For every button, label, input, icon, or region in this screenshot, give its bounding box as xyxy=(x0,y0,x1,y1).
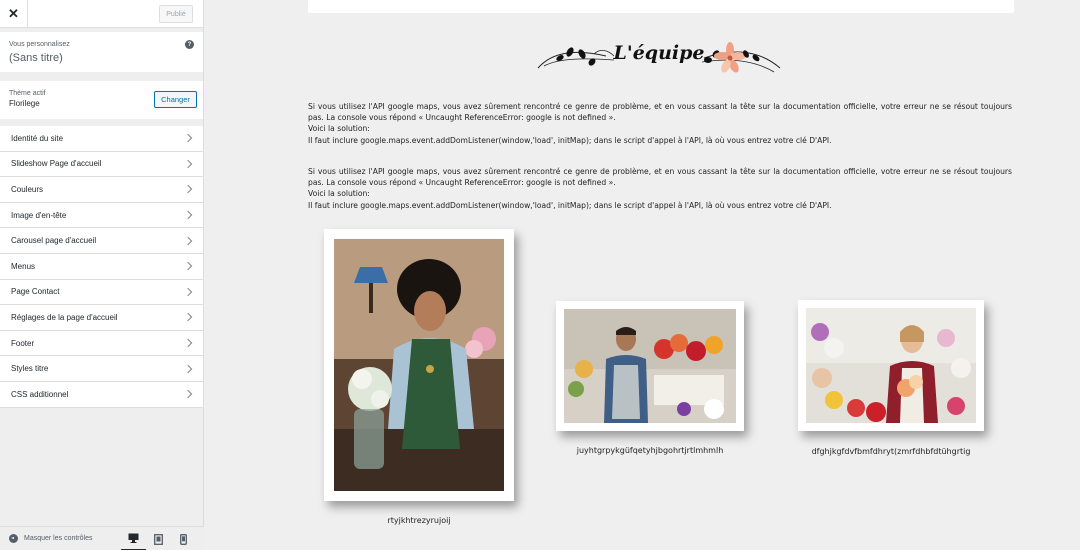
chevron-right-icon xyxy=(183,287,193,297)
active-theme: Thème actif Florilege Changer xyxy=(0,81,203,119)
chevron-right-icon xyxy=(183,185,193,194)
chevron-right-icon xyxy=(183,389,193,399)
menu-item-contact-page[interactable]: Page Contact xyxy=(0,279,203,306)
menu-item-label: Image d'en-tête xyxy=(11,210,67,220)
customizing-info: Vous personnalisez (Sans titre) ? xyxy=(0,32,203,72)
team-member-name: juyhtgrpykgüfqetyhjbgohrtjrtlmhmlh xyxy=(576,446,724,455)
chevron-right-icon xyxy=(183,262,193,271)
help-icon[interactable]: ? xyxy=(185,40,194,49)
site-title: (Sans titre) xyxy=(9,52,63,64)
florist-woman-smiling-image xyxy=(806,308,976,423)
team-member-name: rtyjkhtrezyrujoij xyxy=(387,516,451,525)
close-button[interactable]: ✕ xyxy=(0,0,28,28)
floral-ornament-right-icon xyxy=(701,42,781,73)
menu-item-label: Identité du site xyxy=(11,133,64,143)
content-paragraph: Si vous utilisez l'API google maps, vous… xyxy=(308,166,1012,211)
tablet-icon xyxy=(154,533,163,545)
site-header-bar xyxy=(308,0,1014,13)
menu-item-carousel[interactable]: Carousel page d'accueil xyxy=(0,228,203,254)
menu-item-label: CSS additionnel xyxy=(11,389,69,399)
paragraph-line: Il faut inclure google.maps.event.addDom… xyxy=(308,135,832,145)
florist-man-image xyxy=(564,309,736,423)
menu-item-slideshow[interactable]: Slideshow Page d'accueil xyxy=(0,151,203,178)
menu-item-header-image[interactable]: Image d'en-tête xyxy=(0,202,203,229)
site-preview: L'équipe Si vous utilisez l'API google m… xyxy=(204,0,1080,550)
paragraph-line: Si vous utilisez l'API google maps, vous… xyxy=(308,167,1012,188)
paragraph-line: Voici la solution: xyxy=(308,189,370,199)
chevron-right-icon xyxy=(183,236,193,245)
paragraph-line: Voici la solution: xyxy=(308,124,370,134)
collapse-icon[interactable] xyxy=(9,534,18,543)
menu-item-menus[interactable]: Menus xyxy=(0,253,203,280)
paragraph-line: Il faut inclure google.maps.event.addDom… xyxy=(308,200,832,210)
menu-item-footer[interactable]: Footer xyxy=(0,330,203,357)
menu-item-site-identity[interactable]: Identité du site xyxy=(0,126,203,152)
menu-item-label: Page Contact xyxy=(11,287,60,297)
content-paragraph: Si vous utilisez l'API google maps, vous… xyxy=(308,101,1012,146)
tablet-preview-button[interactable] xyxy=(146,527,171,550)
hide-controls-button[interactable]: Masquer les contrôles xyxy=(24,535,92,542)
change-theme-button[interactable]: Changer xyxy=(154,91,197,108)
chevron-right-icon xyxy=(183,134,193,143)
menu-item-label: Footer xyxy=(11,338,35,348)
paragraph-line: Si vous utilisez l'API google maps, vous… xyxy=(308,102,1012,123)
customizer-footer: Masquer les contrôles xyxy=(0,526,204,550)
desktop-icon xyxy=(128,533,139,543)
desktop-preview-button[interactable] xyxy=(121,527,146,550)
publish-button[interactable]: Publié xyxy=(159,5,193,23)
customizing-label: Vous personnalisez xyxy=(9,41,70,48)
menu-item-label: Couleurs xyxy=(11,184,44,194)
menu-item-colors[interactable]: Couleurs xyxy=(0,177,203,203)
mobile-preview-button[interactable] xyxy=(171,527,196,550)
mobile-icon xyxy=(180,533,187,545)
team-member-name: dfghjkgfdvfbmfdhryt(zmrfdhbfdtühgrtig xyxy=(811,447,971,456)
close-icon: ✕ xyxy=(8,6,19,21)
chevron-right-icon xyxy=(183,364,193,373)
menu-item-title-styles[interactable]: Styles titre xyxy=(0,356,203,382)
menu-item-label: Menus xyxy=(11,261,36,271)
chevron-right-icon xyxy=(183,313,193,322)
menu-item-homepage-settings[interactable]: Réglages de la page d'accueil xyxy=(0,305,203,331)
device-preview-switcher xyxy=(121,527,196,550)
team-member-photo xyxy=(324,229,514,501)
chevron-right-icon xyxy=(183,159,193,169)
florist-woman-image xyxy=(334,239,504,491)
menu-item-additional-css[interactable]: CSS additionnel xyxy=(0,381,203,408)
menu-item-label: Carousel page d'accueil xyxy=(11,236,97,246)
team-member-photo xyxy=(556,301,744,431)
chevron-right-icon xyxy=(183,210,193,220)
menu-item-label: Réglages de la page d'accueil xyxy=(11,312,118,322)
menu-item-label: Slideshow Page d'accueil xyxy=(11,159,102,169)
menu-item-label: Styles titre xyxy=(11,364,49,374)
customizer-header: ✕ Publié xyxy=(0,0,203,28)
section-heading: L'équipe xyxy=(534,38,784,80)
customizer-menu: Identité du site Slideshow Page d'accuei… xyxy=(0,126,203,408)
team-member-photo xyxy=(798,300,984,431)
chevron-right-icon xyxy=(183,338,193,348)
customizer-sidebar: ✕ Publié Vous personnalisez (Sans titre)… xyxy=(0,0,204,550)
